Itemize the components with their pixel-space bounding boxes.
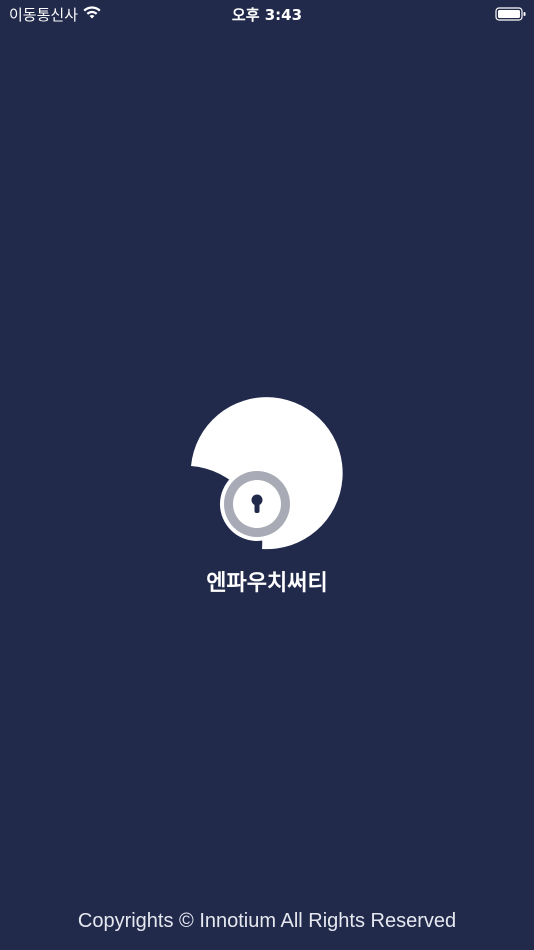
copyright-text: Copyrights © Innotium All Rights Reserve… xyxy=(77,910,457,932)
open-padlock-icon xyxy=(191,397,343,550)
app-name: 엔파우치써티 xyxy=(206,571,328,596)
splash-screen: 엔파우치써티 Copyrights © Innotium All Rights … xyxy=(0,0,534,950)
